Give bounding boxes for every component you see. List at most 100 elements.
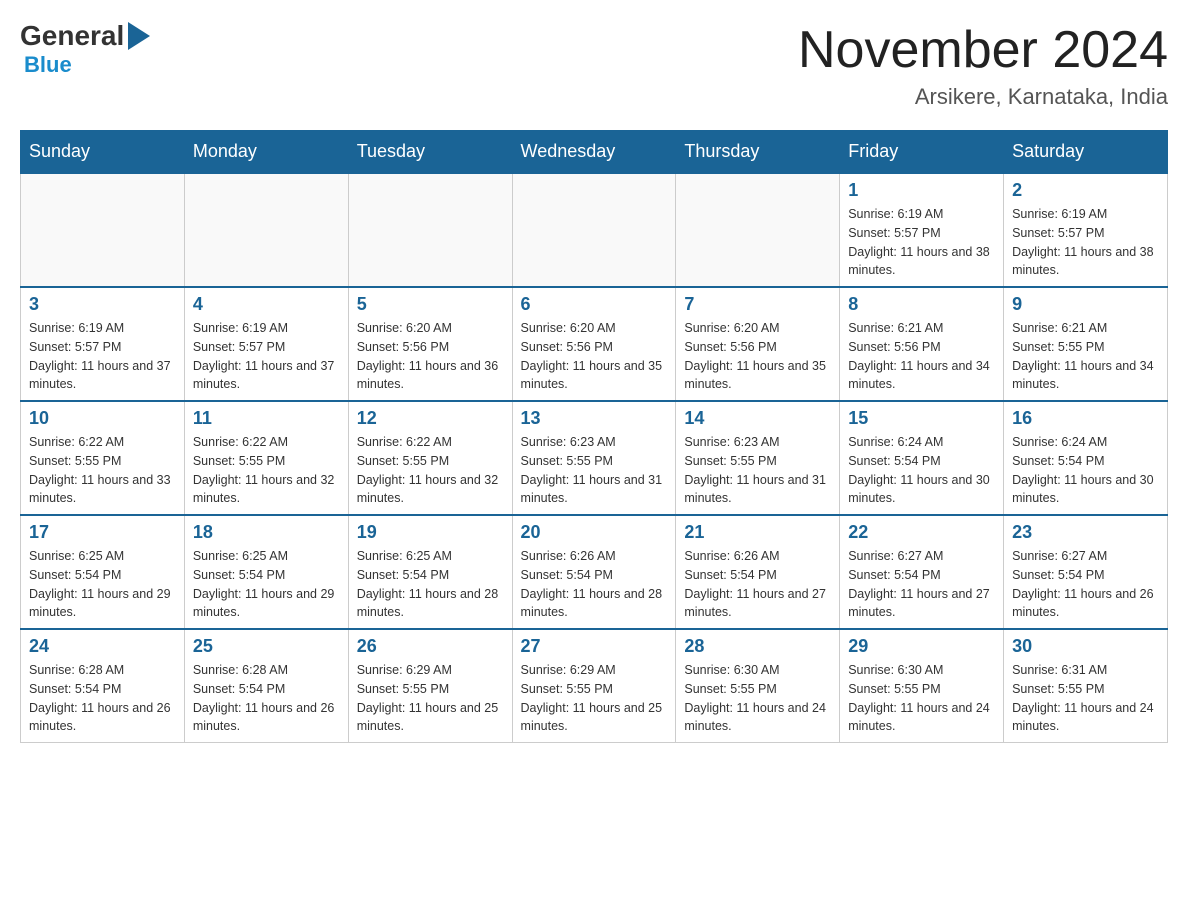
calendar-cell: 6Sunrise: 6:20 AMSunset: 5:56 PMDaylight… xyxy=(512,287,676,401)
col-wednesday: Wednesday xyxy=(512,131,676,174)
col-sunday: Sunday xyxy=(21,131,185,174)
day-info: Sunrise: 6:27 AMSunset: 5:54 PMDaylight:… xyxy=(1012,547,1159,622)
col-tuesday: Tuesday xyxy=(348,131,512,174)
day-number: 20 xyxy=(521,522,668,543)
day-info: Sunrise: 6:19 AMSunset: 5:57 PMDaylight:… xyxy=(848,205,995,280)
day-number: 2 xyxy=(1012,180,1159,201)
day-info: Sunrise: 6:25 AMSunset: 5:54 PMDaylight:… xyxy=(29,547,176,622)
calendar-cell: 22 Sunrise: 6:27 AMSunset: 5:54 PMDayligh… xyxy=(840,515,1004,629)
day-number: 30 xyxy=(1012,636,1159,657)
calendar-week-row: 3 Sunrise: 6:19 AMSunset: 5:57 PMDaylight… xyxy=(21,287,1168,401)
day-number: 22 xyxy=(848,522,995,543)
day-info: Sunrise: 6:23 AMSunset: 5:55 PMDaylight:… xyxy=(684,433,831,508)
calendar-cell: 9Sunrise: 6:21 AMSunset: 5:55 PMDaylight… xyxy=(1004,287,1168,401)
day-number: 1 xyxy=(848,180,995,201)
calendar-cell: 1 Sunrise: 6:19 AMSunset: 5:57 PMDaylight… xyxy=(840,173,1004,287)
calendar-cell: 21Sunrise: 6:26 AMSunset: 5:54 PMDayligh… xyxy=(676,515,840,629)
calendar-cell: 28 Sunrise: 6:30 AMSunset: 5:55 PMDayligh… xyxy=(676,629,840,743)
day-number: 24 xyxy=(29,636,176,657)
calendar-cell: 15 Sunrise: 6:24 AMSunset: 5:54 PMDayligh… xyxy=(840,401,1004,515)
day-number: 26 xyxy=(357,636,504,657)
calendar-cell: 4 Sunrise: 6:19 AMSunset: 5:57 PMDaylight… xyxy=(184,287,348,401)
logo-triangle-icon xyxy=(128,22,150,50)
day-number: 25 xyxy=(193,636,340,657)
day-info: Sunrise: 6:20 AMSunset: 5:56 PMDaylight:… xyxy=(684,319,831,394)
calendar-cell: 30Sunrise: 6:31 AMSunset: 5:55 PMDayligh… xyxy=(1004,629,1168,743)
day-info: Sunrise: 6:24 AMSunset: 5:54 PMDaylight:… xyxy=(848,433,995,508)
calendar-cell xyxy=(21,173,185,287)
calendar-cell: 19Sunrise: 6:25 AMSunset: 5:54 PMDayligh… xyxy=(348,515,512,629)
calendar-cell: 5 Sunrise: 6:20 AMSunset: 5:56 PMDaylight… xyxy=(348,287,512,401)
calendar-cell: 26 Sunrise: 6:29 AMSunset: 5:55 PMDayligh… xyxy=(348,629,512,743)
day-info: Sunrise: 6:21 AMSunset: 5:56 PMDaylight:… xyxy=(848,319,995,394)
day-info: Sunrise: 6:26 AMSunset: 5:54 PMDaylight:… xyxy=(684,547,831,622)
calendar-week-row: 10 Sunrise: 6:22 AMSunset: 5:55 PMDayligh… xyxy=(21,401,1168,515)
calendar-cell xyxy=(676,173,840,287)
calendar-cell: 23 Sunrise: 6:27 AMSunset: 5:54 PMDayligh… xyxy=(1004,515,1168,629)
day-number: 13 xyxy=(521,408,668,429)
calendar-cell: 17 Sunrise: 6:25 AMSunset: 5:54 PMDayligh… xyxy=(21,515,185,629)
day-number: 15 xyxy=(848,408,995,429)
calendar-cell: 29 Sunrise: 6:30 AMSunset: 5:55 PMDayligh… xyxy=(840,629,1004,743)
day-number: 17 xyxy=(29,522,176,543)
calendar-cell xyxy=(512,173,676,287)
col-friday: Friday xyxy=(840,131,1004,174)
day-number: 5 xyxy=(357,294,504,315)
day-info: Sunrise: 6:19 AMSunset: 5:57 PMDaylight:… xyxy=(29,319,176,394)
col-monday: Monday xyxy=(184,131,348,174)
day-info: Sunrise: 6:29 AMSunset: 5:55 PMDaylight:… xyxy=(521,661,668,736)
day-number: 16 xyxy=(1012,408,1159,429)
calendar-cell xyxy=(184,173,348,287)
calendar-cell: 8 Sunrise: 6:21 AMSunset: 5:56 PMDaylight… xyxy=(840,287,1004,401)
calendar-cell: 12 Sunrise: 6:22 AMSunset: 5:55 PMDayligh… xyxy=(348,401,512,515)
day-info: Sunrise: 6:22 AMSunset: 5:55 PMDaylight:… xyxy=(193,433,340,508)
calendar-cell: 16 Sunrise: 6:24 AMSunset: 5:54 PMDayligh… xyxy=(1004,401,1168,515)
day-info: Sunrise: 6:27 AMSunset: 5:54 PMDaylight:… xyxy=(848,547,995,622)
logo-blue-text: Blue xyxy=(24,52,72,78)
day-info: Sunrise: 6:23 AMSunset: 5:55 PMDaylight:… xyxy=(521,433,668,508)
day-info: Sunrise: 6:25 AMSunset: 5:54 PMDaylight:… xyxy=(357,547,504,622)
day-number: 10 xyxy=(29,408,176,429)
day-number: 28 xyxy=(684,636,831,657)
day-number: 3 xyxy=(29,294,176,315)
day-number: 18 xyxy=(193,522,340,543)
day-info: Sunrise: 6:29 AMSunset: 5:55 PMDaylight:… xyxy=(357,661,504,736)
day-info: Sunrise: 6:25 AMSunset: 5:54 PMDaylight:… xyxy=(193,547,340,622)
calendar-header-row: Sunday Monday Tuesday Wednesday Thursday… xyxy=(21,131,1168,174)
day-number: 29 xyxy=(848,636,995,657)
day-info: Sunrise: 6:20 AMSunset: 5:56 PMDaylight:… xyxy=(357,319,504,394)
day-number: 4 xyxy=(193,294,340,315)
day-number: 12 xyxy=(357,408,504,429)
day-number: 8 xyxy=(848,294,995,315)
day-info: Sunrise: 6:30 AMSunset: 5:55 PMDaylight:… xyxy=(848,661,995,736)
day-number: 7 xyxy=(684,294,831,315)
day-info: Sunrise: 6:24 AMSunset: 5:54 PMDaylight:… xyxy=(1012,433,1159,508)
page-header: General Blue November 2024 Arsikere, Kar… xyxy=(20,20,1168,110)
day-info: Sunrise: 6:22 AMSunset: 5:55 PMDaylight:… xyxy=(357,433,504,508)
calendar-cell: 3 Sunrise: 6:19 AMSunset: 5:57 PMDaylight… xyxy=(21,287,185,401)
day-info: Sunrise: 6:22 AMSunset: 5:55 PMDaylight:… xyxy=(29,433,176,508)
calendar-cell xyxy=(348,173,512,287)
calendar-cell: 24 Sunrise: 6:28 AMSunset: 5:54 PMDayligh… xyxy=(21,629,185,743)
day-number: 27 xyxy=(521,636,668,657)
day-number: 6 xyxy=(521,294,668,315)
month-title: November 2024 xyxy=(798,20,1168,80)
day-info: Sunrise: 6:30 AMSunset: 5:55 PMDaylight:… xyxy=(684,661,831,736)
calendar-cell: 13 Sunrise: 6:23 AMSunset: 5:55 PMDayligh… xyxy=(512,401,676,515)
calendar-week-row: 17 Sunrise: 6:25 AMSunset: 5:54 PMDayligh… xyxy=(21,515,1168,629)
day-info: Sunrise: 6:26 AMSunset: 5:54 PMDaylight:… xyxy=(521,547,668,622)
day-info: Sunrise: 6:19 AMSunset: 5:57 PMDaylight:… xyxy=(193,319,340,394)
logo-general-text: General xyxy=(20,20,124,52)
calendar-cell: 2 Sunrise: 6:19 AMSunset: 5:57 PMDaylight… xyxy=(1004,173,1168,287)
calendar-cell: 7 Sunrise: 6:20 AMSunset: 5:56 PMDaylight… xyxy=(676,287,840,401)
title-section: November 2024 Arsikere, Karnataka, India xyxy=(798,20,1168,110)
location-title: Arsikere, Karnataka, India xyxy=(798,84,1168,110)
day-info: Sunrise: 6:28 AMSunset: 5:54 PMDaylight:… xyxy=(29,661,176,736)
logo: General Blue xyxy=(20,20,150,78)
day-number: 23 xyxy=(1012,522,1159,543)
day-number: 14 xyxy=(684,408,831,429)
calendar-cell: 20 Sunrise: 6:26 AMSunset: 5:54 PMDayligh… xyxy=(512,515,676,629)
col-thursday: Thursday xyxy=(676,131,840,174)
calendar-cell: 25Sunrise: 6:28 AMSunset: 5:54 PMDayligh… xyxy=(184,629,348,743)
day-info: Sunrise: 6:19 AMSunset: 5:57 PMDaylight:… xyxy=(1012,205,1159,280)
